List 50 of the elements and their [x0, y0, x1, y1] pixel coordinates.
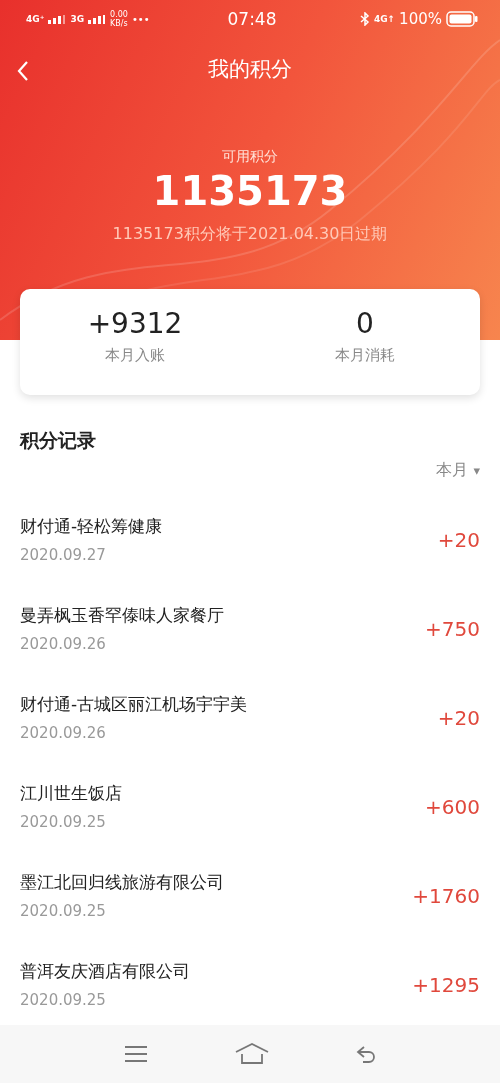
merchant-name: 财付通-轻松筹健康	[20, 515, 163, 538]
points-amount: +20	[437, 527, 480, 552]
record-date: 2020.09.25	[20, 902, 107, 920]
summary-label: 本月消耗	[334, 346, 396, 365]
record-row[interactable]: 曼弄枫玉香罕傣味人家餐厅 2020.09.26 +750	[20, 584, 480, 673]
balance-value: 1135173	[151, 168, 349, 214]
record-date: 2020.09.27	[20, 546, 107, 564]
signal-icon	[48, 14, 67, 24]
record-row[interactable]: 财付通-古城区丽江机场宇宇美 2020.09.26 +20	[20, 673, 480, 762]
points-amount: +20	[437, 705, 480, 730]
record-date: 2020.09.26	[20, 724, 107, 742]
points-amount: +1760	[412, 883, 480, 908]
network-label: 4G↑	[373, 14, 396, 24]
expiry-note: 1135173积分将于2021.04.30日过期	[111, 224, 389, 245]
record-date: 2020.09.26	[20, 635, 107, 653]
merchant-name: 普洱友庆酒店有限公司	[20, 960, 190, 983]
record-row[interactable]: 财付通-轻松筹健康 2020.09.27 +20	[20, 495, 480, 584]
more-indicator: •••	[131, 13, 150, 25]
page-title: 我的积分	[208, 56, 292, 83]
record-row[interactable]: 江川世生饭店 2020.09.25 +600	[20, 762, 480, 851]
points-amount: +750	[425, 616, 480, 641]
speed-value: 0.00	[110, 10, 128, 19]
record-date: 2020.09.25	[20, 991, 107, 1009]
network-label: 4G⁺	[26, 14, 45, 24]
network-label: 3G	[70, 14, 85, 24]
merchant-name: 江川世生饭店	[20, 782, 122, 805]
home-icon[interactable]	[234, 1043, 270, 1065]
back-icon[interactable]	[355, 1044, 378, 1064]
back-icon	[16, 60, 30, 82]
record-date: 2020.09.25	[20, 813, 107, 831]
points-amount: +1295	[412, 972, 480, 997]
battery-icon	[446, 11, 478, 27]
bluetooth-icon	[359, 12, 370, 26]
clock: 07:48	[227, 9, 277, 29]
merchant-name: 曼弄枫玉香罕傣味人家餐厅	[20, 604, 224, 627]
menu-icon[interactable]	[122, 1044, 149, 1064]
section-title: 积分记录	[20, 428, 97, 453]
summary-value: +9312	[86, 307, 184, 340]
signal-icon	[88, 14, 107, 24]
summary-value: 0	[355, 307, 375, 340]
points-amount: +600	[425, 794, 480, 819]
balance-label: 可用积分	[221, 148, 279, 166]
speed-unit: KB/s	[110, 19, 128, 28]
merchant-name: 墨江北回归线旅游有限公司	[20, 871, 224, 894]
record-row[interactable]: 普洱友庆酒店有限公司 2020.09.25 +1295	[20, 940, 480, 1029]
battery-level: 100%	[399, 10, 442, 28]
merchant-name: 财付通-古城区丽江机场宇宇美	[20, 693, 248, 716]
summary-label: 本月入账	[104, 346, 166, 365]
month-filter[interactable]: 本月 ▾	[436, 456, 480, 485]
record-row[interactable]: 墨江北回归线旅游有限公司 2020.09.25 +1760	[20, 851, 480, 940]
